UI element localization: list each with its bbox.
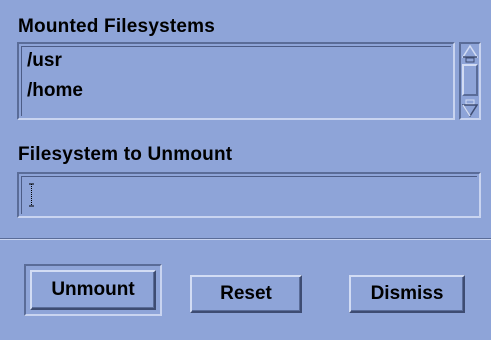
list-item[interactable]: /home [27,80,83,102]
list-scrollbar[interactable] [459,42,481,120]
mounted-filesystems-label: Mounted Filesystems [18,16,216,37]
list-item[interactable]: /usr [27,50,62,72]
up-arrow-icon[interactable] [462,45,478,63]
filesystem-to-unmount-label: Filesystem to Unmount [18,144,233,165]
mounted-filesystems-list[interactable]: /usr /home [17,42,455,120]
list-inner-border [21,46,451,116]
unmount-button[interactable]: Unmount [30,270,156,310]
dismiss-button[interactable]: Dismiss [349,275,465,313]
scrollbar-thumb[interactable] [462,64,478,96]
filesystem-to-unmount-field[interactable] [17,172,481,218]
separator-highlight [0,239,491,240]
text-cursor-icon [29,183,34,207]
field-inner-border [21,176,477,214]
reset-button[interactable]: Reset [190,275,302,313]
down-arrow-icon[interactable] [462,99,478,117]
